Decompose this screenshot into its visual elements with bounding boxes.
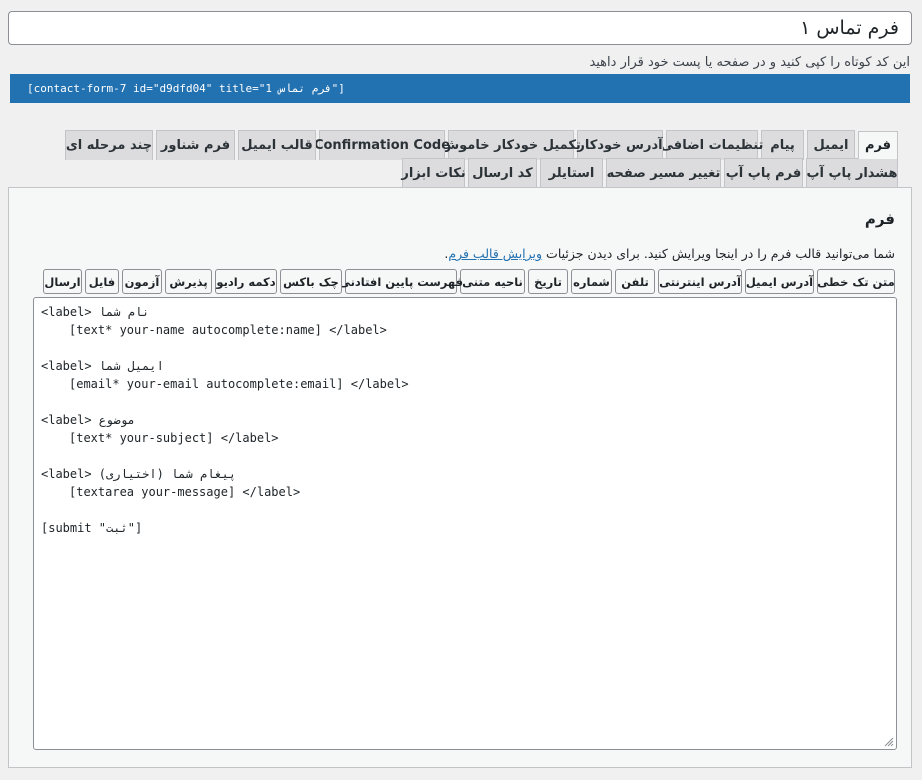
editor-line: [submit "ثبت"] (41, 521, 143, 535)
tab-autocomplete-off[interactable]: تکمیل خودکار خاموش (441, 130, 581, 160)
tab-popup-form[interactable]: فرم پاپ آپ (724, 158, 803, 188)
tab-email[interactable]: ایمیل (807, 130, 855, 160)
edit-form-template-link[interactable]: ویرایش قالب فرم (448, 246, 542, 261)
tab-styler[interactable]: استایلر (540, 158, 603, 188)
tab-additional-settings[interactable]: تنظیمات اضافی (661, 130, 763, 160)
form-title-input[interactable]: فرم تماس ۱ (8, 11, 912, 45)
tab-page-redirect[interactable]: تغییر مسیر صفحه (606, 158, 721, 188)
tab-submit-code[interactable]: کد ارسال (468, 158, 537, 188)
tag-button-url[interactable]: آدرس اینترنتی (658, 269, 742, 294)
shortcode-field[interactable]: [contact-form-7 id="d9dfd04" title="فرم … (10, 74, 910, 103)
tab-multi-step[interactable]: چند مرحله ای (65, 130, 153, 160)
editor-line: <label> نام شما (41, 305, 150, 319)
resize-grip-icon[interactable] (882, 735, 894, 747)
tab-confirmation-code[interactable]: Confirmation Code (314, 130, 450, 160)
tag-button-date[interactable]: تاریخ (528, 269, 568, 294)
tag-button-acceptance[interactable]: پذیرش (165, 269, 212, 294)
editor-line: [email* your-email autocomplete:email] <… (69, 377, 409, 391)
tag-button-radio[interactable]: دکمه رادیو (215, 269, 277, 294)
editor-line: [textarea your-message] </label> (69, 485, 301, 499)
tab-floating-form[interactable]: فرم شناور (156, 130, 235, 160)
tag-button-number[interactable]: شماره (571, 269, 612, 294)
tab-email-template[interactable]: قالب ایمیل (238, 130, 316, 160)
editor-line: [text* your-subject] </label> (69, 431, 279, 445)
form-template-editor[interactable]: <label> نام شما [text* your-name autocom… (33, 297, 897, 750)
shortcode-hint: این کد کوتاه را کپی کنید و در صفحه یا پس… (589, 55, 910, 70)
editor-line: <label> ایمیل شما (41, 359, 164, 373)
editor-line: <label> موضوع (41, 413, 135, 427)
tag-button-checkbox[interactable]: چک باکس (280, 269, 342, 294)
tab-popup-alert[interactable]: هشدار پاپ آپ (806, 158, 898, 188)
tag-button-email[interactable]: آدرس ایمیل (745, 269, 814, 294)
tag-button-textarea[interactable]: ناحیه متنی (460, 269, 525, 294)
panel-description: شما می‌توانید قالب فرم را در اینجا ویرای… (444, 246, 895, 261)
tag-button-dropdown[interactable]: فهرست پایین افتادنی (339, 269, 463, 294)
tag-button-file[interactable]: فایل (85, 269, 119, 294)
tag-button-tel[interactable]: تلفن (615, 269, 655, 294)
tag-button-submit[interactable]: ارسال (43, 269, 82, 294)
panel-heading: فرم (864, 210, 895, 228)
editor-line: <label> پیغام شما (اختیاری) (41, 467, 237, 481)
tab-auto-address[interactable]: آدرس خودکار (577, 130, 663, 160)
tab-form[interactable]: فرم (858, 131, 898, 159)
tab-tooltips[interactable]: نکات ابزار (401, 158, 466, 188)
tab-message[interactable]: پیام (761, 130, 804, 160)
tag-button-quiz[interactable]: آزمون (122, 269, 162, 294)
editor-line: [text* your-name autocomplete:name] </la… (69, 323, 387, 337)
tag-button-text[interactable]: متن تک خطی (817, 269, 895, 294)
form-panel: فرم شما می‌توانید قالب فرم را در اینجا و… (8, 187, 912, 768)
